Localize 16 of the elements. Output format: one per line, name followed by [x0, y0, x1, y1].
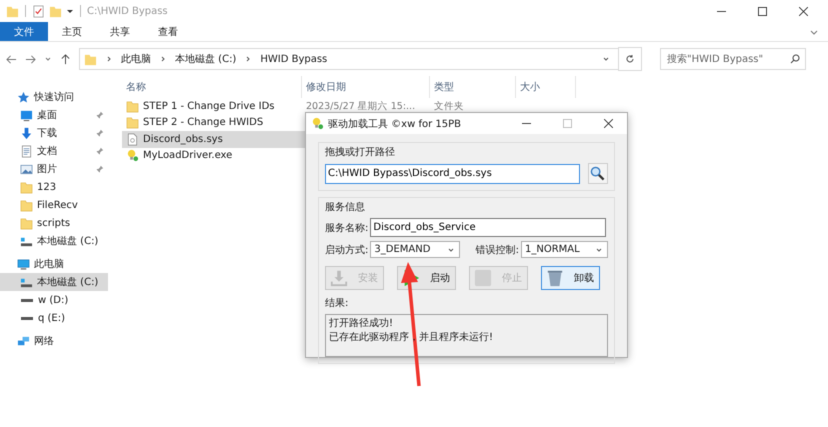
- result-line: 已存在此驱动程序，并且程序未运行!: [329, 330, 494, 344]
- dialog-title: 驱动加载工具 ©xw for 15PB: [328, 118, 461, 130]
- file-name: STEP 1 - Change Drive IDs: [143, 100, 274, 112]
- field-label: 服务名称:: [325, 222, 368, 234]
- group-title: 拖拽或打开路径: [325, 146, 396, 159]
- group-title: 服务信息: [325, 200, 366, 214]
- file-name: MyLoadDriver.exe: [143, 150, 232, 162]
- date-cell-text: 2023/5/27 星期六 15:...: [305, 100, 416, 113]
- field-label: 错误控制:: [476, 244, 519, 256]
- type-cell-text: 文件夹: [433, 100, 465, 113]
- window-title: C:\HWID Bypass: [87, 6, 168, 16]
- field-label: 结果:: [325, 296, 350, 310]
- file-name: Discord_obs.sys: [143, 134, 223, 145]
- result-line: 打开路径成功!: [329, 316, 394, 330]
- file-name: STEP 2 - Change HWIDS: [143, 117, 264, 128]
- field-label: 启动方式:: [325, 244, 368, 256]
